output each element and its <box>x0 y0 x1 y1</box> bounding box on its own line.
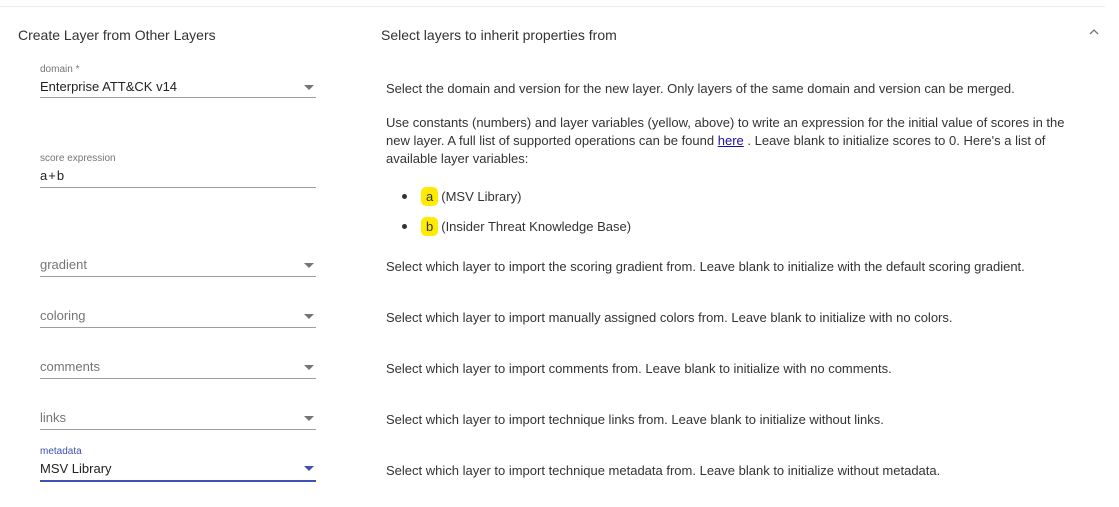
bullet-icon <box>402 193 407 199</box>
arrow-drop-down-icon <box>304 365 314 370</box>
score-expression-label: score expression <box>40 153 116 164</box>
arrow-drop-down-icon <box>304 416 314 421</box>
gradient-select[interactable]: gradient <box>40 255 316 279</box>
layer-variable-list: a (MSV Library) b (Insider Threat Knowle… <box>402 181 631 241</box>
comments-description: Select which layer to import comments fr… <box>386 361 892 376</box>
coloring-select[interactable]: coloring <box>40 306 316 330</box>
left-panel-title: Create Layer from Other Layers <box>18 27 216 43</box>
right-panel-title: Select layers to inherit properties from <box>381 27 617 43</box>
links-select[interactable]: links <box>40 408 316 432</box>
links-underline <box>40 429 316 430</box>
domain-select[interactable]: domain * Enterprise ATT&CK v14 <box>40 62 316 100</box>
metadata-value: MSV Library <box>40 461 112 476</box>
gradient-underline <box>40 276 316 277</box>
metadata-label: metadata <box>40 446 82 457</box>
coloring-description: Select which layer to import manually as… <box>386 310 953 325</box>
score-expression-underline <box>40 187 316 188</box>
score-expression-value: a+b <box>40 168 66 183</box>
coloring-underline <box>40 327 316 328</box>
arrow-drop-down-icon <box>304 85 314 90</box>
domain-underline <box>40 97 316 98</box>
variable-chip: a <box>421 186 439 206</box>
bullet-icon <box>402 223 407 229</box>
comments-underline <box>40 378 316 379</box>
coloring-placeholder: coloring <box>40 308 86 323</box>
comments-select[interactable]: comments <box>40 357 316 381</box>
arrow-drop-down-icon <box>304 263 314 268</box>
operations-link[interactable]: here <box>718 133 744 148</box>
links-description: Select which layer to import technique l… <box>386 412 884 427</box>
chevron-up-icon[interactable] <box>1086 24 1102 40</box>
metadata-underline <box>40 480 316 482</box>
metadata-select[interactable]: metadata MSV Library <box>40 444 316 484</box>
links-placeholder: links <box>40 410 67 425</box>
gradient-placeholder: gradient <box>40 257 87 272</box>
domain-description: Select the domain and version for the ne… <box>386 81 1015 96</box>
top-divider <box>0 6 1105 7</box>
gradient-description: Select which layer to import the scoring… <box>386 259 1025 274</box>
metadata-description: Select which layer to import technique m… <box>386 463 941 478</box>
variable-chip: b <box>421 216 439 236</box>
domain-value: Enterprise ATT&CK v14 <box>40 79 178 94</box>
domain-label: domain * <box>40 64 80 75</box>
variable-layer-name: (MSV Library) <box>441 188 522 204</box>
arrow-drop-down-icon <box>304 314 314 319</box>
score-expression-input[interactable]: score expression a+b <box>40 151 316 189</box>
comments-placeholder: comments <box>40 359 100 374</box>
list-item: b (Insider Threat Knowledge Base) <box>402 211 631 241</box>
arrow-drop-down-icon <box>304 466 314 471</box>
variable-layer-name: (Insider Threat Knowledge Base) <box>441 218 632 234</box>
score-expression-description: Use constants (numbers) and layer variab… <box>386 114 1086 168</box>
list-item: a (MSV Library) <box>402 181 631 211</box>
